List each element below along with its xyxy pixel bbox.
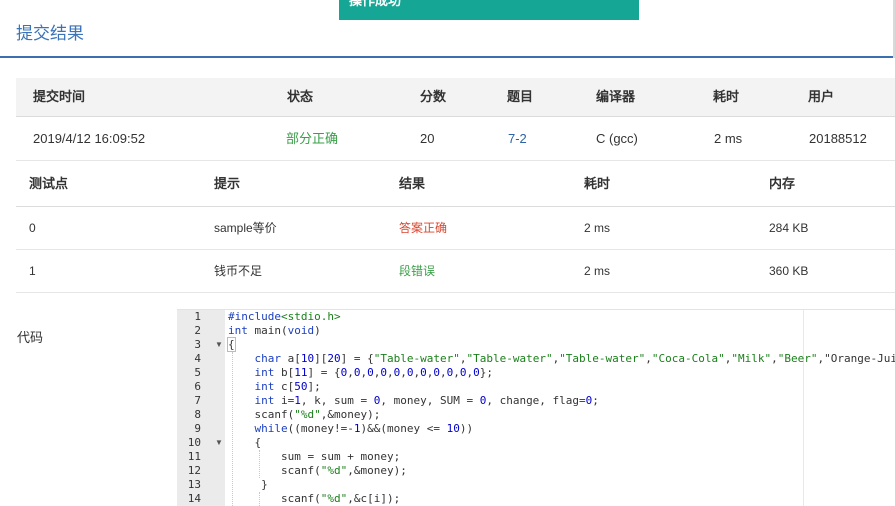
testcase-memory: 360 KB xyxy=(769,264,809,278)
testcase-table-header: 测试点 提示 结果 耗时 内存 xyxy=(16,162,895,207)
line-number: 1 xyxy=(194,310,201,323)
code-line: { xyxy=(228,436,262,449)
code-line: sum = sum + money; xyxy=(228,450,401,463)
line-number: 9 xyxy=(194,422,201,435)
code-content[interactable]: #include<stdio.h> int main(void) { char … xyxy=(225,310,895,506)
testcase-hint: 钱币不足 xyxy=(214,264,263,278)
code-label: 代码 xyxy=(17,330,44,345)
fold-arrow-icon[interactable]: ▼ xyxy=(215,436,223,450)
code-line: int main(void) xyxy=(228,324,321,337)
testcase-result: 段错误 xyxy=(399,264,436,278)
code-line: #include<stdio.h> xyxy=(228,310,341,323)
code-line: int i=1, k, sum = 0, money, SUM = 0, cha… xyxy=(254,394,599,407)
table-row: 1 钱币不足 段错误 2 ms 360 KB xyxy=(16,250,895,293)
testcase-time: 2 ms xyxy=(584,264,611,278)
testcase-result: 答案正确 xyxy=(399,221,448,235)
testcase-id: 0 xyxy=(29,221,36,235)
line-number: 13 xyxy=(187,478,201,491)
code-line: scanf("%d",&c[i]); xyxy=(228,492,401,505)
header-compiler: 编译器 xyxy=(596,89,636,104)
header-result: 结果 xyxy=(399,176,426,191)
line-number: 5 xyxy=(194,366,201,379)
editor-gutter: 1 2 3 ▼ 4 5 6 7 8 9 10 ▼ 11 12 13 14 xyxy=(177,310,225,506)
code-line: scanf("%d",&money); xyxy=(228,464,407,477)
testcase-hint: sample等价 xyxy=(214,221,277,235)
code-line: } xyxy=(228,478,268,491)
line-number: 12 xyxy=(187,464,201,477)
testcase-time: 2 ms xyxy=(584,221,611,235)
code-line: scanf("%d",&money); xyxy=(228,408,381,421)
line-number: 4 xyxy=(194,352,201,365)
submit-time: 2019/4/12 16:09:52 xyxy=(33,131,146,146)
print-margin xyxy=(803,310,804,506)
problem-link[interactable]: 7-2 xyxy=(508,117,527,160)
testcase-id: 1 xyxy=(29,264,36,278)
line-number: 11 xyxy=(187,450,201,463)
header-time: 耗时 xyxy=(584,176,611,191)
line-number: 10 xyxy=(187,436,201,449)
submission-table: 提交时间 状态 分数 题目 编译器 耗时 用户 2019/4/12 16:09:… xyxy=(16,78,895,161)
header-hint: 提示 xyxy=(214,176,241,191)
code-editor[interactable]: 1 2 3 ▼ 4 5 6 7 8 9 10 ▼ 11 12 13 14 #in… xyxy=(177,309,895,506)
header-testcase: 测试点 xyxy=(29,176,69,191)
testcase-memory: 284 KB xyxy=(769,221,809,235)
line-number: 7 xyxy=(194,394,201,407)
code-line: int b[11] = {0,0,0,0,0,0,0,0,0,0,0}; xyxy=(254,366,494,379)
line-number: 8 xyxy=(194,408,201,421)
header-submit-time: 提交时间 xyxy=(33,89,86,104)
line-number: 3 xyxy=(194,338,201,351)
fold-arrow-icon[interactable]: ▼ xyxy=(215,338,223,352)
compiler-value: C (gcc) xyxy=(596,131,638,146)
line-number: 2 xyxy=(194,324,201,337)
header-problem: 题目 xyxy=(507,89,534,104)
code-line: while((money!=-1)&&(money <= 10)) xyxy=(254,422,474,435)
code-line: int c[50]; xyxy=(254,380,321,393)
testcase-table: 测试点 提示 结果 耗时 内存 0 sample等价 答案正确 2 ms 284… xyxy=(16,162,895,293)
line-number: 14 xyxy=(187,492,201,505)
table-row: 0 sample等价 答案正确 2 ms 284 KB xyxy=(16,207,895,250)
header-status: 状态 xyxy=(287,89,314,104)
user-value[interactable]: 20188512 xyxy=(809,117,867,160)
submission-table-header: 提交时间 状态 分数 题目 编译器 耗时 用户 xyxy=(16,78,895,117)
header-memory: 内存 xyxy=(769,176,796,191)
page-title: 提交结果 xyxy=(16,24,84,43)
header-elapsed: 耗时 xyxy=(713,89,740,104)
score-value: 20 xyxy=(420,131,435,146)
header-score: 分数 xyxy=(420,89,447,104)
status-badge[interactable]: 部分正确 xyxy=(286,117,338,160)
elapsed-value: 2 ms xyxy=(714,131,743,146)
header-user: 用户 xyxy=(808,89,835,104)
code-line: { xyxy=(227,337,236,352)
line-number: 6 xyxy=(194,380,201,393)
table-row: 2019/4/12 16:09:52 部分正确 20 7-2 C (gcc) 2… xyxy=(16,117,895,161)
success-toast: 操作成功 xyxy=(339,0,639,20)
code-line: char a[10][20] = {"Table-water","Table-w… xyxy=(254,352,895,365)
